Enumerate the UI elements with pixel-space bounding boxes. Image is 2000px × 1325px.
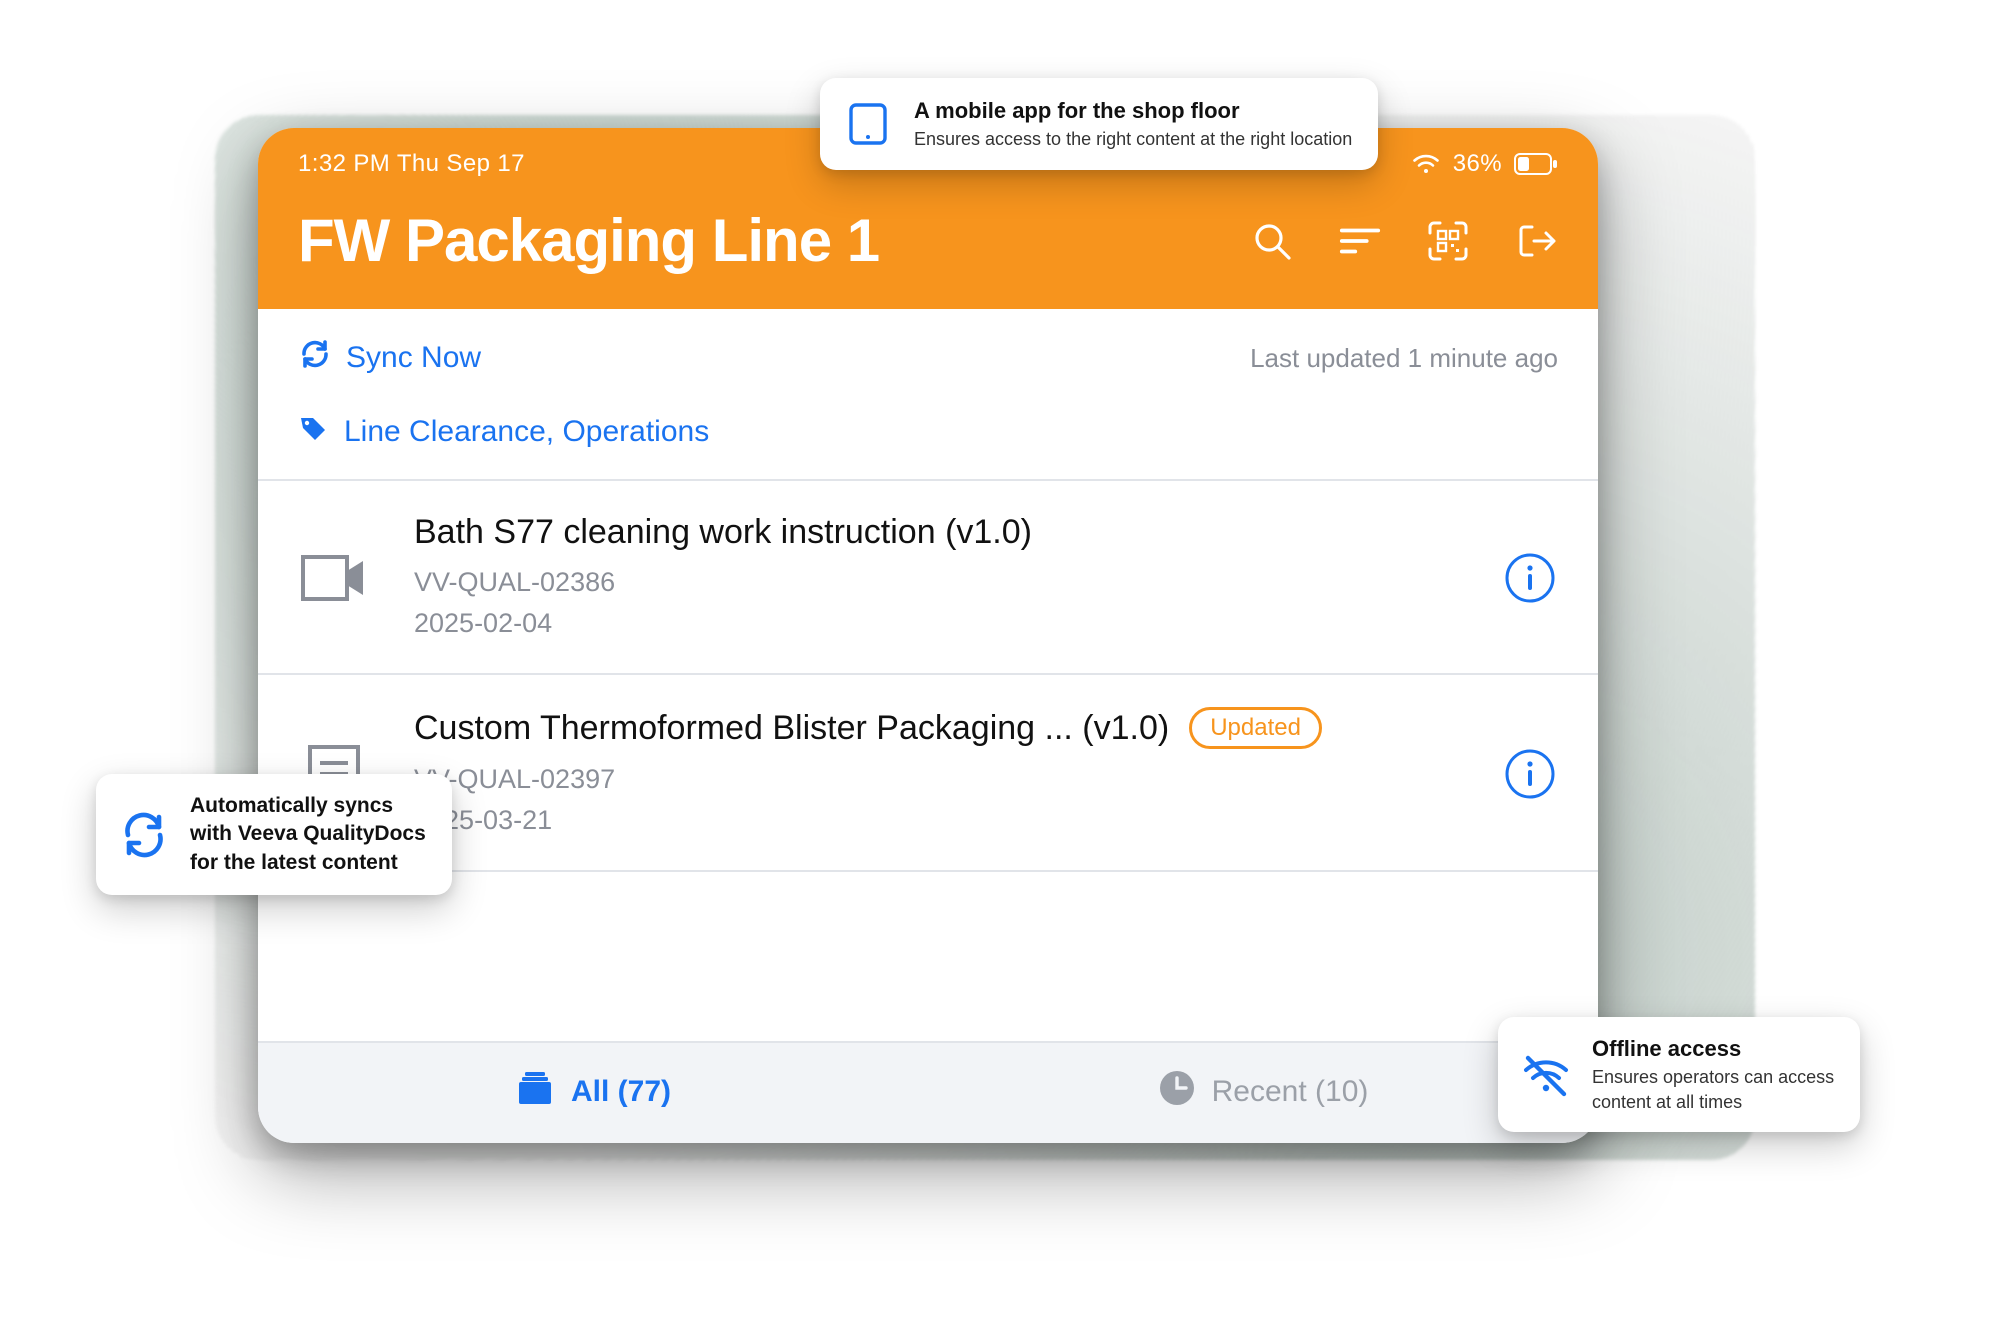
doc-body: Bath S77 cleaning work instruction (v1.0… [414, 513, 1472, 643]
stack-icon [515, 1070, 555, 1114]
wifi-icon [1411, 152, 1441, 176]
bottom-tabs: All (77) Recent (10) [258, 1041, 1598, 1143]
callout-auto-sync: Automatically syncs with Veeva QualityDo… [96, 774, 452, 895]
list-item[interactable]: Custom Thermoformed Blister Packaging ..… [258, 675, 1598, 872]
callout-sub1: Ensures operators can access [1592, 1066, 1834, 1089]
callout-sub2: content at all times [1592, 1091, 1834, 1114]
doc-id: VV-QUAL-02397 [414, 759, 1472, 800]
callout-title: A mobile app for the shop floor [914, 97, 1352, 126]
doc-date: 2025-02-04 [414, 603, 1472, 644]
sync-now-button[interactable]: Sync Now [298, 337, 481, 379]
tags-row[interactable]: Line Clearance, Operations [258, 403, 1598, 481]
search-icon[interactable] [1250, 219, 1294, 263]
document-list: Bath S77 cleaning work instruction (v1.0… [258, 481, 1598, 1041]
qr-scan-icon[interactable] [1426, 219, 1470, 263]
doc-title: Custom Thermoformed Blister Packaging ..… [414, 709, 1169, 748]
updated-badge: Updated [1189, 707, 1322, 749]
callout-line2: with Veeva QualityDocs [190, 820, 426, 848]
callout-line1: Automatically syncs [190, 792, 426, 820]
sync-now-label: Sync Now [346, 341, 481, 375]
tab-all-label: All (77) [571, 1075, 671, 1109]
callout-subtitle: Ensures access to the right content at t… [914, 128, 1352, 151]
sort-icon[interactable] [1338, 219, 1382, 263]
tags-text: Line Clearance, Operations [344, 415, 709, 449]
sync-row: Sync Now Last updated 1 minute ago [258, 309, 1598, 403]
wifi-off-icon [1518, 1047, 1574, 1103]
clock-icon [1158, 1069, 1196, 1115]
battery-icon [1514, 153, 1558, 175]
doc-date: 2025-03-21 [414, 800, 1472, 841]
page-title: FW Packaging Line 1 [298, 206, 879, 275]
header-actions [1250, 219, 1558, 263]
logout-icon[interactable] [1514, 219, 1558, 263]
callout-mobile-app: A mobile app for the shop floor Ensures … [820, 78, 1378, 170]
doc-title: Bath S77 cleaning work instruction (v1.0… [414, 513, 1032, 552]
sync-icon [298, 337, 332, 379]
doc-body: Custom Thermoformed Blister Packaging ..… [414, 707, 1472, 840]
status-time-date: 1:32 PM Thu Sep 17 [298, 150, 525, 178]
tab-all[interactable]: All (77) [258, 1043, 928, 1143]
last-updated-text: Last updated 1 minute ago [1250, 343, 1558, 374]
tab-recent-label: Recent (10) [1212, 1075, 1369, 1109]
battery-percent: 36% [1453, 150, 1502, 178]
video-icon [298, 542, 370, 614]
list-item[interactable]: Bath S77 cleaning work instruction (v1.0… [258, 481, 1598, 675]
sync-icon [116, 807, 172, 863]
tag-icon [298, 413, 328, 451]
tablet-frame: 1:32 PM Thu Sep 17 36% [258, 128, 1598, 1143]
doc-id: VV-QUAL-02386 [414, 562, 1472, 603]
info-button[interactable] [1502, 550, 1558, 606]
tablet-icon [840, 96, 896, 152]
title-bar: FW Packaging Line 1 [258, 196, 1598, 287]
callout-offline-access: Offline access Ensures operators can acc… [1498, 1017, 1860, 1132]
callout-title: Offline access [1592, 1035, 1834, 1064]
callout-line3: for the latest content [190, 849, 426, 877]
info-button[interactable] [1502, 746, 1558, 802]
